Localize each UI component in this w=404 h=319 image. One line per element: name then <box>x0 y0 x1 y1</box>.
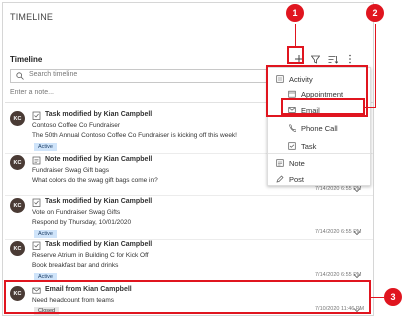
divider <box>5 239 373 240</box>
item-description: Book breakfast bar and drinks <box>32 262 119 269</box>
timeline-panel: TIMELINE Timeline Search timeline Enter … <box>2 2 374 316</box>
item-title: Task modified by Kian Campbell <box>45 241 153 248</box>
item-description: The 50th Annual Contoso Coffee Co Fundra… <box>32 132 237 139</box>
callout-badge: 3 <box>384 288 402 306</box>
menu-item-label: Task <box>301 141 317 151</box>
item-title: Task modified by Kian Campbell <box>45 198 153 205</box>
sort-list-icon <box>328 55 338 64</box>
highlight-add-button <box>287 46 304 64</box>
search-placeholder: Search timeline <box>29 71 78 78</box>
filter-icon <box>311 55 320 64</box>
note-icon <box>32 156 41 165</box>
avatar: KC <box>10 155 25 170</box>
panel-title: TIMELINE <box>10 12 54 22</box>
status-badge: Active <box>34 230 57 238</box>
item-subject: Contoso Coffee Co Fundraiser <box>32 122 121 129</box>
note-input[interactable]: Enter a note... <box>10 89 54 96</box>
task-icon <box>32 111 41 120</box>
callout-connector <box>375 24 376 108</box>
note-icon <box>276 159 284 167</box>
callout-connector <box>295 24 296 46</box>
post-icon <box>276 175 284 183</box>
item-description: What colors do the swag gift bags come i… <box>32 177 158 184</box>
task-icon <box>288 142 296 150</box>
callout-connector <box>365 107 376 108</box>
task-icon <box>32 241 41 250</box>
chevron-down-icon[interactable] <box>353 187 361 193</box>
status-badge: Active <box>34 143 57 151</box>
menu-item-note[interactable]: Note <box>276 157 305 169</box>
item-title: Note modified by Kian Campbell <box>45 156 153 163</box>
highlight-email-item <box>281 98 365 115</box>
item-title: Task modified by Kian Campbell <box>45 111 153 118</box>
chevron-down-icon[interactable] <box>353 273 361 279</box>
divider <box>5 195 373 196</box>
menu-item-task[interactable]: Task <box>288 140 316 152</box>
menu-item-label: Note <box>289 158 305 168</box>
avatar: KC <box>10 241 25 256</box>
more-vertical-icon <box>348 54 351 64</box>
item-subject: Vote on Fundraiser Swag Gifts <box>32 209 121 216</box>
highlight-email-timeline-item <box>4 280 371 314</box>
callout-connector <box>371 297 384 298</box>
menu-item-label: Post <box>289 174 305 184</box>
menu-item-phone-call[interactable]: Phone Call <box>288 122 338 134</box>
phone-icon <box>289 124 296 132</box>
item-subject: Fundraiser Swag Gift bags <box>32 167 109 174</box>
chevron-down-icon[interactable] <box>353 230 361 236</box>
search-icon <box>16 72 24 80</box>
item-subject: Reserve Atrium in Building C for Kick Of… <box>32 252 149 259</box>
menu-divider <box>268 153 370 154</box>
menu-item-label: Phone Call <box>301 123 338 133</box>
timeline-label: Timeline <box>10 55 43 64</box>
avatar: KC <box>10 198 25 213</box>
item-description: Respond by Thursday, 10/01/2020 <box>32 219 132 226</box>
callout-badge: 2 <box>366 4 384 22</box>
menu-item-post[interactable]: Post <box>276 173 304 185</box>
callout-badge: 1 <box>286 4 304 22</box>
avatar: KC <box>10 111 25 126</box>
task-icon <box>32 198 41 207</box>
